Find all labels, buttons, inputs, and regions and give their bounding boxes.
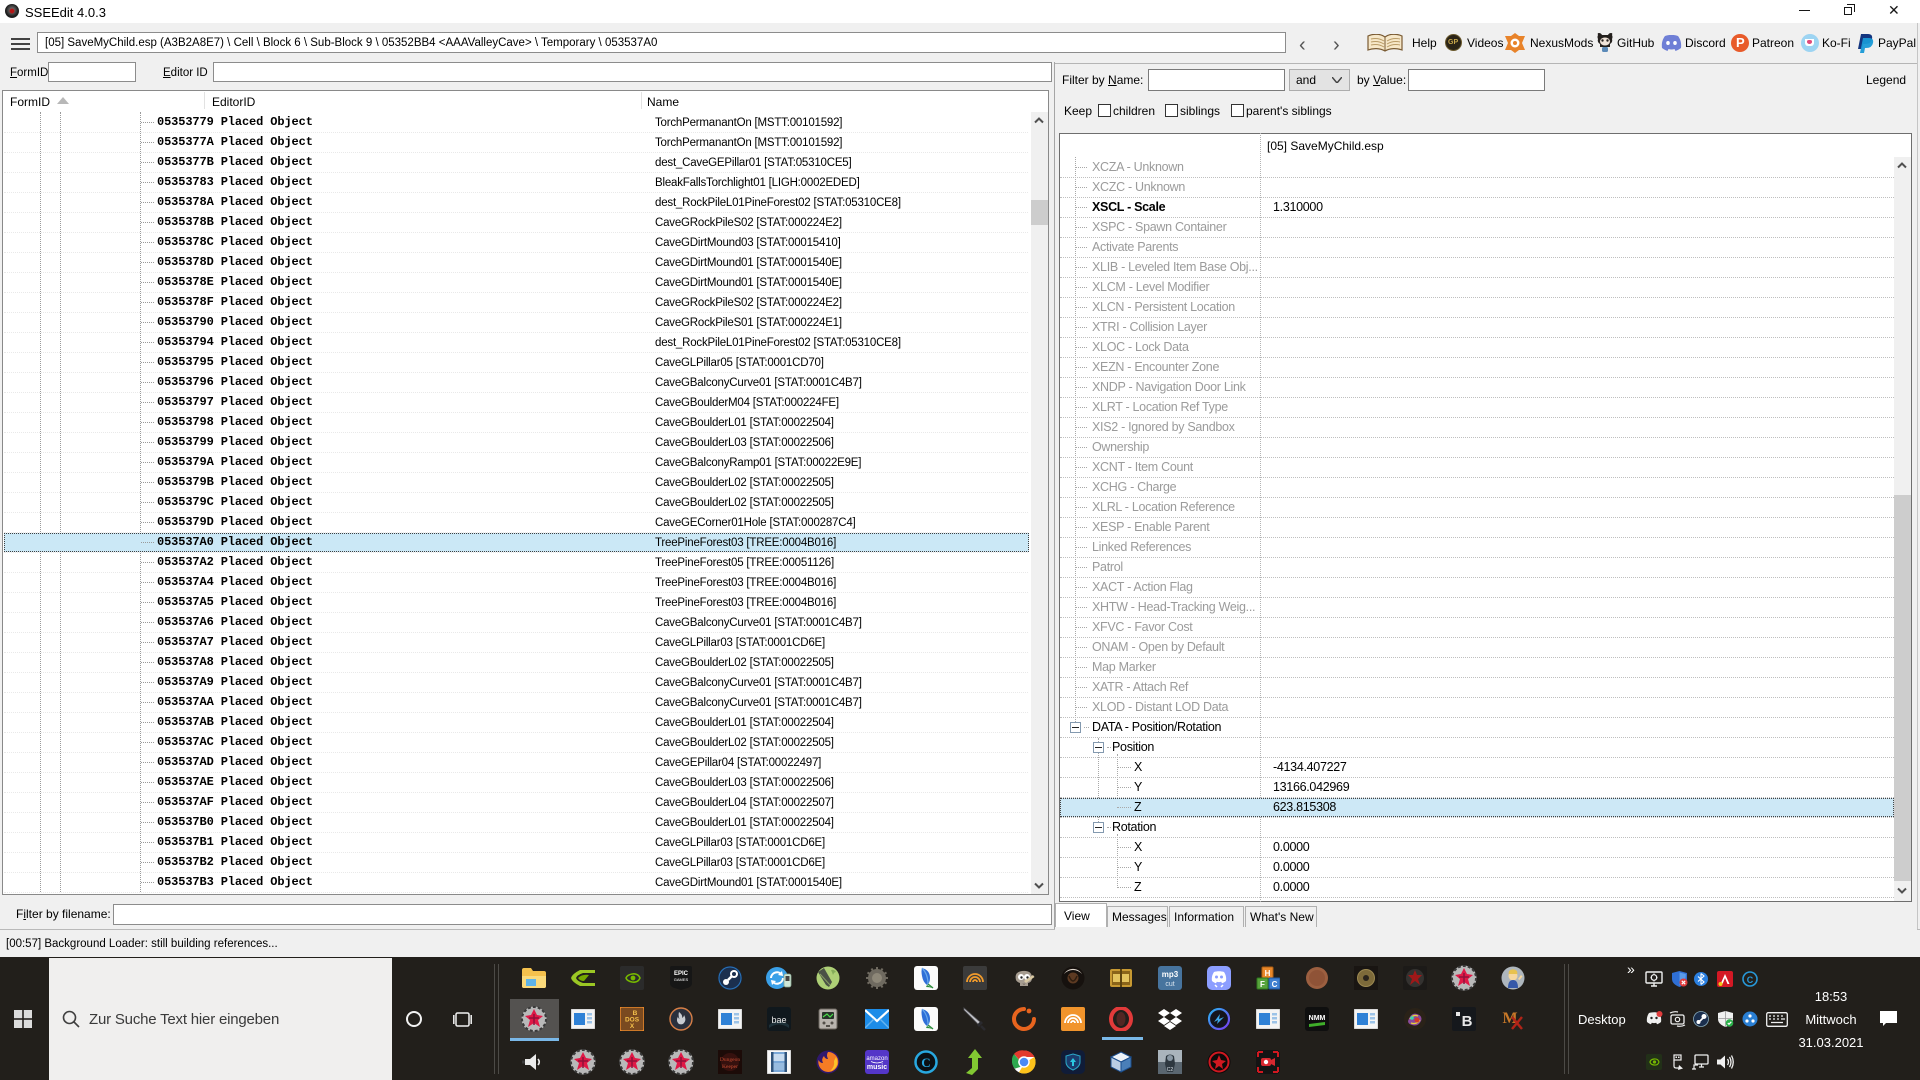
svg-text:NMM: NMM	[1309, 1015, 1326, 1022]
svg-text:GAMES: GAMES	[674, 977, 689, 982]
svg-text:X: X	[630, 1023, 635, 1030]
svg-text:F: F	[1260, 980, 1265, 989]
svg-text:C: C	[1747, 975, 1754, 985]
svg-text:music: music	[867, 1064, 887, 1071]
svg-text:Dungeon: Dungeon	[720, 1057, 740, 1063]
svg-text:H: H	[1265, 969, 1271, 978]
svg-text:bae: bae	[771, 1015, 786, 1025]
svg-text:Keeper: Keeper	[722, 1064, 738, 1070]
svg-text:C: C	[1272, 980, 1278, 989]
svg-text:mp3: mp3	[1162, 970, 1179, 979]
svg-text:B: B	[1462, 1013, 1473, 1030]
svg-text:C: C	[921, 1055, 930, 1070]
svg-text:cut: cut	[1165, 981, 1174, 988]
svg-text:C2: C2	[1167, 1067, 1174, 1073]
svg-text:amazon: amazon	[866, 1056, 887, 1062]
